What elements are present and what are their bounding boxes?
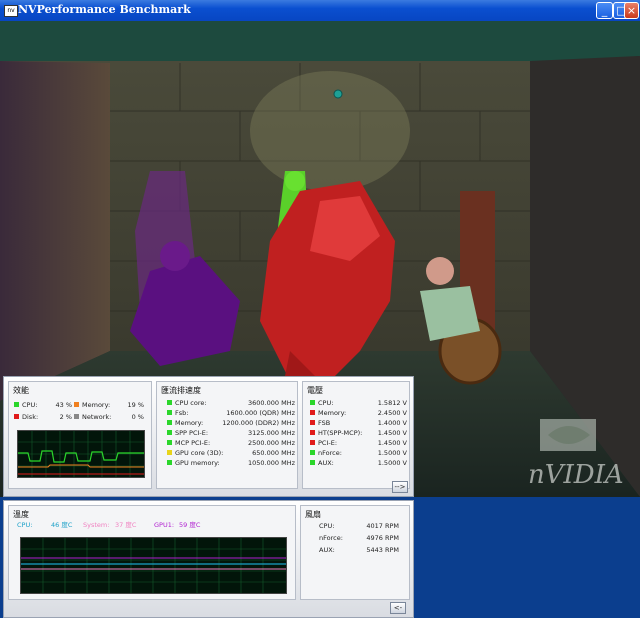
voltage-row-label: Memory: [310,409,346,418]
clock-row-label: GPU core (3D): [167,449,223,458]
fan-row-value: 4017 RPM [366,522,399,530]
voltage-group: 電壓 CPU: 1.5812 V Memory: 2.4500 V FSB 1.4000 … [302,381,410,489]
voltage-row-label: nForce: [310,449,342,458]
voltage-row-value: 1.4000 V [377,419,407,427]
disk-usage-value: 2 % [59,413,72,421]
fan-row-label: CPU: [319,522,335,530]
clock-row-value: 3125.000 MHz [248,429,295,437]
temp-cpu-value: 46 度C [51,521,73,529]
clock-status-swatch [167,419,172,425]
clock-row-label: Memory: [167,419,203,428]
clock-status-swatch [167,459,172,465]
voltage-row-value: 1.5812 V [377,399,407,407]
voltage-row-value: 1.4500 V [377,439,407,447]
clock-row-value: 3600.000 MHz [248,399,295,407]
cpu-legend-swatch [14,401,19,407]
minimize-button[interactable]: _ [596,2,613,19]
clock-status-swatch [167,399,172,405]
clock-status-swatch [167,409,172,415]
clock-row-label: SPP PCI-E: [167,429,208,438]
clock-row-value: 1050.000 MHz [248,459,295,467]
voltage-row-value: 1.5000 V [377,449,407,457]
disk-usage: Disk: [14,413,38,422]
title-bar[interactable]: nv NVPerformance Benchmark _ □ × [0,0,640,21]
clock-status-swatch [167,449,172,455]
temp-cpu: CPU: [17,521,33,529]
bus-speed-title: 匯流排速度 [161,386,201,395]
nvidia-wordmark: nVIDIA [528,460,624,490]
clock-row-value: 1200.000 (DDR2) MHz [222,419,295,427]
memory-usage: Memory: [74,401,110,410]
fan-row-label: nForce: [319,534,343,542]
expand-button[interactable]: --> [392,481,408,493]
temperature-graph [20,537,287,594]
voltage-row-label: CPU: [310,399,333,408]
network-legend-swatch [74,413,79,419]
voltage-row-label: HT(SPP-MCP): [310,429,362,438]
voltage-title: 電壓 [307,386,323,395]
bus-speed-group: 匯流排速度 CPU core: 3600.000 MHz Fsb: 1600.000 … [156,381,298,489]
temperature-title: 溫度 [13,510,29,519]
clock-row-label: CPU core: [167,399,207,408]
voltage-row-label: FSB [310,419,330,428]
cpu-usage-value: 43 % [55,401,72,409]
voltage-status-swatch [310,409,315,415]
clock-row-value: 650.000 MHz [252,449,295,457]
voltage-status-swatch [310,419,315,425]
temp-system: System: [83,521,110,529]
disk-legend-swatch [14,413,19,419]
monitor-panel-lower: 溫度 CPU: 46 度C System: 37 度C GPU1: 59 度C [3,500,414,618]
performance-group: 效能 CPU: 43 % Memory: 19 % Disk: 2 % Netw… [8,381,152,489]
fan-group: 風扇 CPU: 4017 RPM nForce: 4976 RPM AUX: 5443 R… [300,505,410,600]
voltage-row-label: PCI-E: [310,439,337,448]
performance-title: 效能 [13,386,29,395]
close-button[interactable]: × [624,2,639,19]
temp-system-value: 37 度C [115,521,137,529]
voltage-row-value: 1.5000 V [377,459,407,467]
cpu-usage: CPU: [14,401,37,410]
voltage-status-swatch [310,429,315,435]
collapse-button[interactable]: <- [390,602,406,614]
clock-status-swatch [167,429,172,435]
temperature-group: 溫度 CPU: 46 度C System: 37 度C GPU1: 59 度C [8,505,296,600]
window-title: NVPerformance Benchmark [18,3,191,16]
fan-title: 風扇 [305,510,321,519]
memory-usage-value: 19 % [127,401,144,409]
voltage-row-label: AUX: [310,459,334,468]
clock-status-swatch [167,439,172,445]
memory-legend-swatch [74,401,79,407]
clock-row-label: MCP PCI-E: [167,439,210,448]
voltage-status-swatch [310,439,315,445]
fan-row-label: AUX: [319,546,335,554]
voltage-status-swatch [310,399,315,405]
monitor-panel-upper: 效能 CPU: 43 % Memory: 19 % Disk: 2 % Netw… [3,376,414,497]
temp-gpu: GPU1: [154,521,175,529]
network-usage-value: 0 % [131,413,144,421]
clock-row-value: 2500.000 MHz [248,439,295,447]
voltage-status-swatch [310,449,315,455]
app-icon: nv [4,5,18,17]
clock-row-value: 1600.000 (QDR) MHz [226,409,295,417]
clock-row-label: Fsb: [167,409,188,418]
voltage-row-value: 2.4500 V [377,409,407,417]
fan-row-value: 4976 RPM [366,534,399,542]
voltage-status-swatch [310,459,315,465]
temp-gpu-value: 59 度C [179,521,201,529]
clock-row-label: GPU memory: [167,459,220,468]
fan-row-value: 5443 RPM [366,546,399,554]
performance-graph [17,430,145,478]
network-usage: Network: [74,413,111,422]
voltage-row-value: 1.4500 V [377,429,407,437]
